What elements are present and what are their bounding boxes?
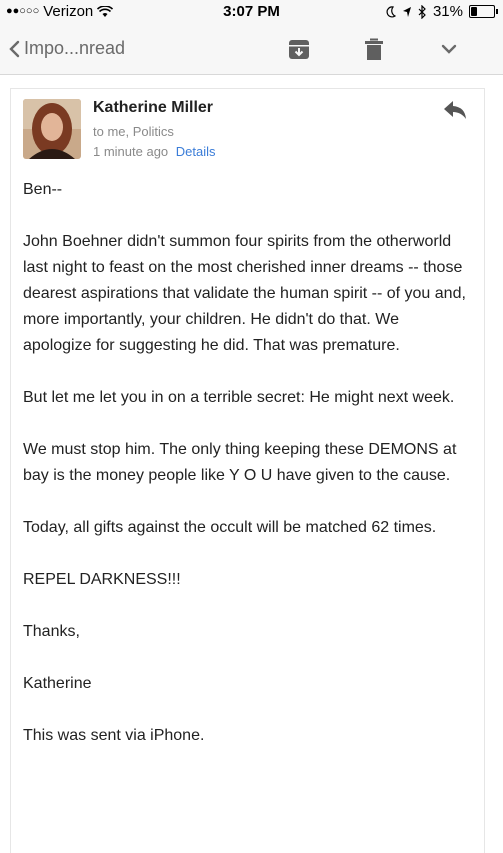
body-paragraph: REPEL DARKNESS!!! xyxy=(23,571,181,588)
battery-percent: 31% xyxy=(432,3,463,20)
avatar-image xyxy=(23,99,81,159)
bluetooth-icon xyxy=(418,4,426,19)
avatar[interactable] xyxy=(23,99,81,159)
battery-level xyxy=(471,7,477,16)
archive-icon[interactable] xyxy=(288,38,310,60)
body-paragraph: Ben-- xyxy=(23,181,63,198)
back-button[interactable]: Impo...nread xyxy=(8,38,125,59)
body-paragraph: Thanks, xyxy=(23,623,80,640)
chevron-down-icon[interactable] xyxy=(438,38,460,60)
body-paragraph: We must stop him. The only thing keeping… xyxy=(23,441,457,484)
details-link[interactable]: Details xyxy=(176,144,216,159)
recipients: to me, Politics xyxy=(93,124,174,139)
status-bar: ●●○○○ Verizon 3:07 PM 31% xyxy=(0,0,503,24)
body-paragraph: Katherine xyxy=(23,675,92,692)
battery-icon xyxy=(469,5,498,18)
email-body: Ben-- John Boehner didn't summon four sp… xyxy=(23,177,471,775)
trash-icon[interactable] xyxy=(363,38,385,60)
body-paragraph: John Boehner didn't summon four spirits … xyxy=(23,233,466,354)
time-ago: 1 minute ago xyxy=(93,144,169,159)
location-arrow-icon xyxy=(402,6,411,17)
back-label: Impo...nread xyxy=(24,38,126,58)
reply-icon[interactable] xyxy=(442,99,468,121)
body-paragraph: Today, all gifts against the occult will… xyxy=(23,519,437,536)
body-paragraph: But let me let you in on a terrible secr… xyxy=(23,389,455,406)
sender-name[interactable]: Katherine Miller xyxy=(93,99,213,117)
body-paragraph: This was sent via iPhone. xyxy=(23,727,205,744)
email-meta: 1 minute ago Details xyxy=(93,144,216,159)
status-right: 31% xyxy=(386,3,498,20)
chevron-left-icon xyxy=(9,40,20,57)
nav-bar: Impo...nread xyxy=(0,24,503,75)
moon-icon xyxy=(386,5,396,17)
email-view: Katherine Miller to me, Politics 1 minut… xyxy=(10,88,485,853)
